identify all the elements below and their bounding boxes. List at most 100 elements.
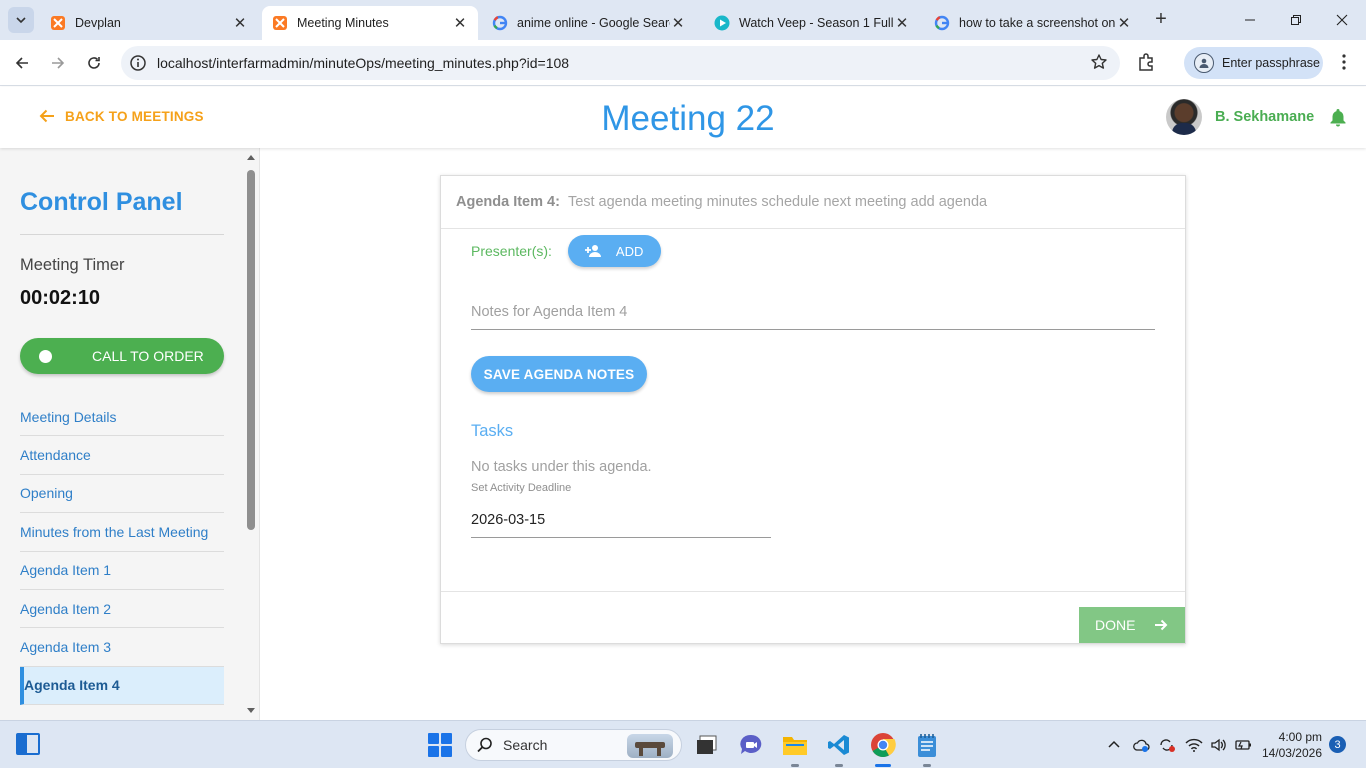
call-to-order-label: CALL TO ORDER	[92, 348, 204, 364]
browser-tab-screenshot[interactable]: how to take a screenshot on ✕	[924, 6, 1142, 40]
back-button[interactable]	[8, 49, 36, 77]
minimize-button[interactable]	[1227, 6, 1273, 34]
meeting-timer-label: Meeting Timer	[20, 256, 125, 274]
bookmark-star-icon[interactable]	[1090, 53, 1108, 71]
taskbar-app-file-explorer[interactable]	[781, 731, 809, 767]
close-icon[interactable]: ✕	[452, 15, 468, 32]
sync-icon[interactable]	[1158, 737, 1176, 753]
search-icon	[477, 737, 492, 753]
clock-time: 4:00 pm	[1278, 730, 1322, 744]
scrollbar-thumb[interactable]	[247, 170, 255, 530]
profile-button[interactable]: Enter passphrase	[1184, 47, 1323, 79]
taskbar-app-vscode[interactable]	[825, 731, 853, 767]
vscode-icon	[828, 735, 849, 755]
widgets-icon[interactable]	[16, 733, 40, 755]
windows-taskbar: Search 4:00 pm 14/03/2026 3	[0, 720, 1366, 768]
notification-badge[interactable]: 3	[1329, 736, 1346, 753]
done-button[interactable]: DONE	[1079, 607, 1185, 643]
windows-start-icon[interactable]	[428, 733, 452, 757]
close-window-button[interactable]	[1319, 6, 1365, 34]
browser-toolbar: localhost/interfarmadmin/minuteOps/meeti…	[0, 40, 1366, 86]
sidebar-item-last-minutes[interactable]: Minutes from the Last Meeting	[20, 513, 224, 552]
taskbar-search[interactable]: Search	[465, 729, 682, 761]
control-panel-title: Control Panel	[20, 188, 183, 216]
control-panel-sidebar: Control Panel Meeting Timer 00:02:10 CAL…	[0, 148, 260, 720]
restore-button[interactable]	[1273, 6, 1319, 34]
chevron-up-icon[interactable]	[1106, 737, 1122, 753]
sidebar-scrollbar[interactable]	[244, 152, 258, 718]
app-header: BACK TO MEETINGS Meeting 22 B. Sekhamane	[0, 87, 1366, 148]
system-tray	[1106, 735, 1253, 755]
url-text[interactable]: localhost/interfarmadmin/minuteOps/meeti…	[157, 55, 569, 71]
terminal-icon	[697, 735, 717, 754]
close-icon[interactable]: ✕	[894, 15, 910, 32]
close-icon[interactable]: ✕	[232, 15, 248, 32]
scroll-down-icon[interactable]	[244, 706, 258, 716]
deadline-label: Set Activity Deadline	[471, 482, 572, 494]
browser-menu-icon[interactable]	[1336, 52, 1352, 72]
sidebar-item-opening[interactable]: Opening	[20, 475, 224, 514]
page-title: Meeting 22	[601, 99, 775, 138]
scroll-up-icon[interactable]	[244, 152, 258, 162]
tab-search-button[interactable]	[8, 7, 34, 33]
close-icon	[1336, 14, 1348, 26]
sidebar-item-meeting-details[interactable]: Meeting Details	[20, 398, 224, 437]
deadline-date-input[interactable]	[471, 502, 771, 538]
sidebar-item-attendance[interactable]: Attendance	[20, 436, 224, 475]
save-agenda-notes-button[interactable]: SAVE AGENDA NOTES	[471, 356, 647, 392]
tab-title: anime online - Google Searc	[517, 16, 670, 30]
chat-icon	[740, 734, 762, 754]
sidebar-item-agenda-2[interactable]: Agenda Item 2	[20, 590, 224, 629]
sidebar-item-agenda-1[interactable]: Agenda Item 1	[20, 552, 224, 590]
meeting-timer-value: 00:02:10	[20, 287, 101, 309]
forward-button[interactable]	[44, 49, 72, 77]
profile-label: Enter passphrase	[1222, 56, 1320, 70]
tab-title: Watch Veep - Season 1 Full E	[739, 16, 894, 30]
reload-button[interactable]	[80, 49, 108, 77]
agenda-item-label: Agenda Item 4:	[456, 194, 560, 210]
sidebar-item-label: Attendance	[20, 447, 91, 464]
search-label: Search	[503, 737, 548, 753]
taskbar-clock[interactable]: 4:00 pm 14/03/2026	[1258, 729, 1322, 761]
taskbar-app-chat[interactable]	[737, 731, 765, 759]
close-icon[interactable]: ✕	[670, 15, 686, 32]
divider	[441, 591, 1185, 592]
extensions-icon[interactable]	[1136, 51, 1158, 73]
browser-tab-meeting-minutes[interactable]: Meeting Minutes ✕	[262, 6, 478, 40]
call-to-order-toggle[interactable]: CALL TO ORDER	[20, 338, 224, 374]
new-tab-button[interactable]: +	[1151, 9, 1171, 30]
sidebar-item-agenda-4[interactable]: Agenda Item 4	[20, 666, 224, 706]
cloud-icon[interactable]	[1132, 737, 1150, 753]
avatar[interactable]	[1166, 99, 1202, 135]
speaker-icon[interactable]	[1210, 737, 1228, 753]
taskbar-app-terminal[interactable]	[693, 731, 721, 759]
add-presenter-button[interactable]: ADD	[567, 235, 661, 267]
user-name[interactable]: B. Sekhamane	[1215, 109, 1314, 125]
browser-tab-devplan[interactable]: Devplan ✕	[40, 6, 258, 40]
battery-icon[interactable]	[1235, 737, 1253, 753]
clock-date: 14/03/2026	[1261, 746, 1322, 760]
taskbar-app-chrome[interactable]	[869, 731, 897, 767]
arrow-right-icon	[1155, 619, 1168, 631]
minimize-icon	[1245, 19, 1255, 21]
sidebar-item-label: Agenda Item 2	[20, 600, 112, 617]
tab-title: Devplan	[75, 16, 121, 30]
wifi-icon[interactable]	[1185, 737, 1203, 753]
no-tasks-message: No tasks under this agenda.	[471, 459, 652, 475]
site-info-icon[interactable]	[129, 54, 147, 72]
taskbar-app-notepad[interactable]	[913, 731, 941, 767]
sidebar-item-label: Meeting Details	[20, 408, 117, 425]
sidebar-item-label: Agenda Item 3	[20, 639, 112, 656]
close-icon[interactable]: ✕	[1116, 15, 1132, 32]
browser-tab-veep[interactable]: Watch Veep - Season 1 Full E ✕	[704, 6, 920, 40]
sidebar-nav: Meeting Details Attendance Opening Minut…	[20, 398, 224, 706]
bell-icon[interactable]	[1328, 107, 1348, 127]
presenters-row: Presenter(s): ADD	[471, 235, 661, 267]
person-add-icon	[584, 245, 601, 257]
browser-tab-anime[interactable]: anime online - Google Searc ✕	[482, 6, 696, 40]
address-bar[interactable]: localhost/interfarmadmin/minuteOps/meeti…	[121, 46, 1120, 80]
agenda-notes-input[interactable]	[471, 294, 1155, 330]
reload-icon	[88, 57, 100, 69]
sidebar-item-agenda-3[interactable]: Agenda Item 3	[20, 628, 224, 667]
add-presenter-label: ADD	[615, 243, 644, 259]
